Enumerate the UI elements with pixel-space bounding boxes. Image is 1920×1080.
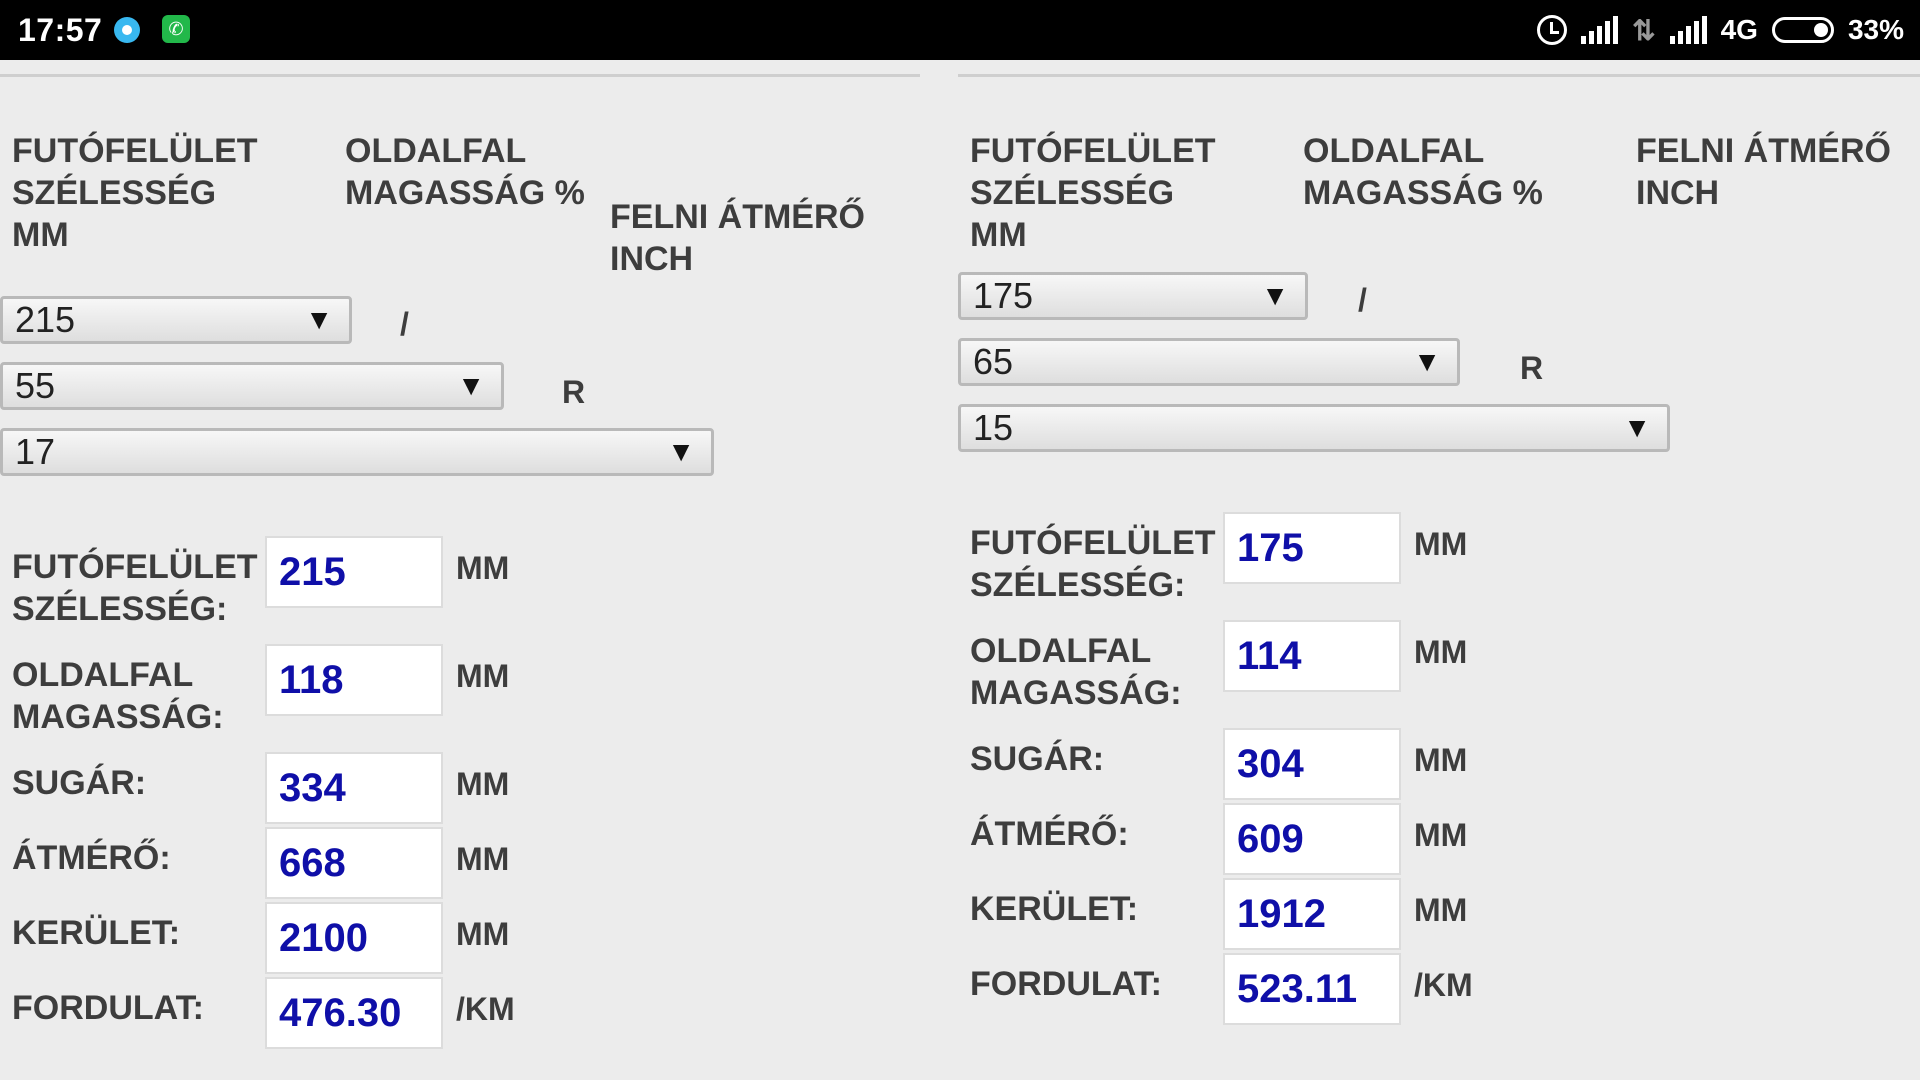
rim-select[interactable]: 15 ▼ <box>958 404 1670 452</box>
rim-diameter-header: FELNI ÁTMÉRŐ INCH <box>610 198 865 278</box>
sidewall-header: OLDALFAL MAGASSÁG % <box>345 132 585 212</box>
panel-divider <box>0 74 920 77</box>
status-time: 17:57 <box>18 12 103 48</box>
data-transfer-icon: ⇅ <box>1632 14 1656 46</box>
messenger-notification-icon <box>114 17 140 43</box>
ratio-select[interactable]: 65 ▼ <box>958 338 1460 386</box>
rim-select[interactable]: 17 ▼ <box>0 428 714 476</box>
tire-panel-right: FUTÓFELÜLET SZÉLESSÉG MM OLDALFAL MAGASS… <box>958 60 1920 1080</box>
width-select-value: 175 <box>973 275 1034 316</box>
rim-select-value: 17 <box>15 431 56 472</box>
result-unit-radius: MM <box>1414 742 1468 778</box>
result-value-diameter: 668 <box>265 827 443 899</box>
dropdown-arrow-icon: ▼ <box>1413 346 1441 377</box>
result-label-radius: SUGÁR: <box>12 764 147 802</box>
battery-icon <box>1771 17 1834 43</box>
result-unit-revolutions: /KM <box>456 991 515 1027</box>
network-type: 4G <box>1720 14 1758 45</box>
result-unit-sidewall: MM <box>456 658 510 694</box>
ratio-select-value: 65 <box>973 341 1014 382</box>
result-label-sidewall: OLDALFAL MAGASSÁG: <box>12 656 224 736</box>
result-label-circumference: KERÜLET: <box>12 914 181 952</box>
result-label-tread: FUTÓFELÜLET SZÉLESSÉG: <box>12 548 258 628</box>
result-unit-tread: MM <box>1414 526 1468 562</box>
result-label-sidewall: OLDALFAL MAGASSÁG: <box>970 632 1182 712</box>
width-select[interactable]: 175 ▼ <box>958 272 1308 320</box>
result-value-circumference: 2100 <box>265 902 443 974</box>
result-value-tread: 175 <box>1223 512 1401 584</box>
result-unit-revolutions: /KM <box>1414 967 1473 1003</box>
tread-width-header: FUTÓFELÜLET SZÉLESSÉG MM <box>12 132 258 254</box>
result-unit-radius: MM <box>456 766 510 802</box>
result-label-tread: FUTÓFELÜLET SZÉLESSÉG: <box>970 524 1216 604</box>
r-separator: R <box>1520 350 1544 386</box>
tire-panel-left: FUTÓFELÜLET SZÉLESSÉG MM OLDALFAL MAGASS… <box>0 60 958 1080</box>
dropdown-arrow-icon: ▼ <box>667 436 695 467</box>
panel-divider <box>958 74 1920 77</box>
signal-icon <box>1581 16 1619 44</box>
dropdown-arrow-icon: ▼ <box>305 304 333 335</box>
rim-diameter-header: FELNI ÁTMÉRŐ INCH <box>1636 132 1891 212</box>
width-select-value: 215 <box>15 299 76 340</box>
result-value-sidewall: 118 <box>265 644 443 716</box>
result-value-revolutions: 523.11 <box>1223 953 1401 1025</box>
dropdown-arrow-icon: ▼ <box>457 370 485 401</box>
result-unit-diameter: MM <box>456 841 510 877</box>
rim-select-value: 15 <box>973 407 1014 448</box>
result-value-radius: 334 <box>265 752 443 824</box>
result-unit-tread: MM <box>456 550 510 586</box>
result-label-diameter: ÁTMÉRŐ: <box>970 815 1129 853</box>
result-value-diameter: 609 <box>1223 803 1401 875</box>
sidewall-header: OLDALFAL MAGASSÁG % <box>1303 132 1543 212</box>
ratio-select-value: 55 <box>15 365 56 406</box>
width-select[interactable]: 215 ▼ <box>0 296 352 344</box>
result-value-circumference: 1912 <box>1223 878 1401 950</box>
status-right-group: ⇅ 4G 33% <box>1537 12 1904 48</box>
result-value-revolutions: 476.30 <box>265 977 443 1049</box>
alarm-icon <box>1537 15 1568 45</box>
dropdown-arrow-icon: ▼ <box>1623 412 1651 443</box>
battery-percent: 33% <box>1847 14 1904 45</box>
r-separator: R <box>562 374 586 410</box>
result-label-diameter: ÁTMÉRŐ: <box>12 839 171 877</box>
result-label-circumference: KERÜLET: <box>970 890 1139 928</box>
status-bar: 17:57 ✆ ⇅ 4G 33% <box>0 0 1920 60</box>
result-unit-diameter: MM <box>1414 817 1468 853</box>
ratio-select[interactable]: 55 ▼ <box>0 362 504 410</box>
slash-separator: / <box>1358 282 1367 318</box>
slash-separator: / <box>400 306 409 342</box>
signal-icon-2 <box>1669 16 1707 44</box>
result-value-tread: 215 <box>265 536 443 608</box>
result-unit-sidewall: MM <box>1414 634 1468 670</box>
call-notification-icon: ✆ <box>162 15 190 43</box>
result-unit-circumference: MM <box>1414 892 1468 928</box>
result-value-sidewall: 114 <box>1223 620 1401 692</box>
result-label-revolutions: FORDULAT: <box>12 989 204 1027</box>
result-value-radius: 304 <box>1223 728 1401 800</box>
result-unit-circumference: MM <box>456 916 510 952</box>
dropdown-arrow-icon: ▼ <box>1261 280 1289 311</box>
tread-width-header: FUTÓFELÜLET SZÉLESSÉG MM <box>970 132 1216 254</box>
result-label-revolutions: FORDULAT: <box>970 965 1162 1003</box>
result-label-radius: SUGÁR: <box>970 740 1105 778</box>
